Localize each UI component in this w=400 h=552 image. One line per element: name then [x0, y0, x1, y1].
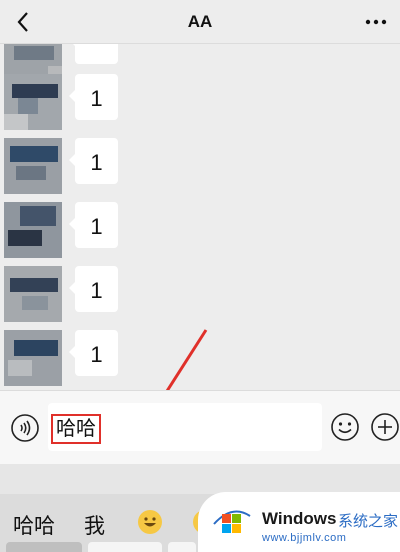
suggestion-item[interactable]: 哈哈 [13, 510, 55, 540]
divider [0, 464, 400, 494]
watermark-url: www.bjjmlv.com [262, 532, 347, 544]
keyboard-key[interactable] [88, 542, 162, 552]
plus-icon [371, 413, 399, 441]
voice-icon [11, 414, 39, 442]
grinning-emoji-icon[interactable] [137, 509, 163, 535]
windows-logo-icon [213, 510, 251, 533]
plus-button[interactable] [370, 412, 400, 442]
message-input-value: 哈哈 [51, 414, 101, 444]
emoji-button[interactable] [330, 412, 360, 442]
keyboard-key[interactable] [6, 542, 82, 552]
keyboard-key[interactable] [168, 542, 196, 552]
suggestion-item[interactable]: 我 [84, 510, 105, 540]
emoji-icon [331, 413, 359, 441]
voice-button[interactable] [10, 413, 40, 443]
message-input[interactable]: 哈哈 [48, 403, 322, 451]
watermark: Windows 系统之家 www.bjjmlv.com [198, 492, 400, 552]
input-bar: 哈哈 [0, 390, 400, 464]
watermark-brand: Windows [262, 509, 337, 528]
watermark-brand-cn: 系统之家 [338, 513, 399, 530]
